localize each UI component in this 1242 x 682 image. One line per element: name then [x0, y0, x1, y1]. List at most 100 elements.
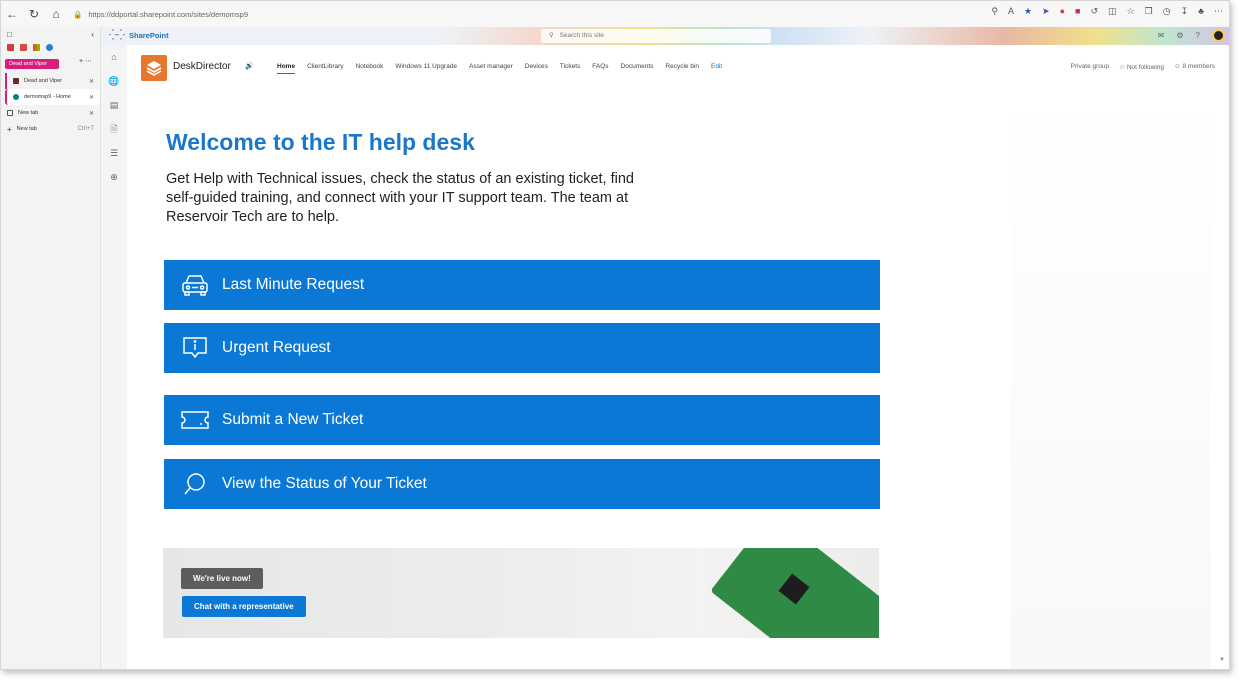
chat-button[interactable]: Chat with a representative [182, 596, 306, 617]
file-icon[interactable]: 🗎 [101, 117, 127, 141]
nav-devices[interactable]: Devices [525, 63, 548, 74]
create-icon[interactable]: ⊕ [101, 165, 127, 189]
members-button[interactable]: ☺ 8 members [1174, 63, 1215, 71]
tab-item-active[interactable]: demomsp9 - Home ✕ [5, 89, 100, 105]
globe-icon[interactable]: 🌐 [101, 69, 127, 93]
site-meta: Private group ☆ Not following ☺ 8 member… [1071, 63, 1216, 71]
copilot-icon[interactable]: ♣ [1198, 6, 1204, 17]
action-label: Submit a New Ticket [222, 411, 364, 428]
nav-asset-manager[interactable]: Asset manager [469, 63, 513, 74]
back-icon[interactable]: ← [1, 7, 23, 21]
last-minute-request-button[interactable]: Last Minute Request [164, 260, 880, 310]
follow-button[interactable]: ☆ Not following [1119, 63, 1164, 71]
read-aloud-icon[interactable]: A [1008, 6, 1014, 17]
sharepoint-favicon [13, 94, 19, 100]
pinned-site-icon[interactable] [20, 44, 27, 51]
url-field[interactable]: 🔒 https://ddportal.sharepoint.com/sites/… [73, 10, 248, 19]
favorite-star-icon[interactable]: ★ [1024, 6, 1032, 17]
nav-home[interactable]: Home [277, 63, 296, 74]
new-tab-button[interactable]: + New tab Ctrl+T [1, 121, 100, 137]
tab-item[interactable]: Dead and Viper ✕ [5, 73, 100, 89]
action-label: Last Minute Request [222, 276, 365, 293]
tab-favicon [7, 110, 13, 116]
sharepoint-suite-bar: ⁛⁛ SharePoint ⚲ Search this site ✉ ⚙ ? [101, 27, 1229, 45]
history-icon[interactable]: ◷ [1163, 6, 1171, 17]
tab-actions-icon[interactable]: □ [7, 30, 12, 39]
sync-icon[interactable]: ↺ [1090, 6, 1098, 17]
nav-faqs[interactable]: FAQs [592, 63, 608, 74]
extension-pink-icon[interactable]: ■ [1075, 6, 1080, 17]
deskdirector-logo-icon [146, 61, 162, 76]
site-title[interactable]: DeskDirector [173, 61, 231, 72]
live-badge: We're live now! [181, 568, 263, 589]
site-header: DeskDirector 🔊 Home ClientLibrary Notebo… [127, 45, 1229, 89]
nav-documents[interactable]: Documents [621, 63, 654, 74]
url-text: https://ddportal.sharepoint.com/sites/de… [88, 9, 249, 19]
collapse-icon[interactable]: ‹ [91, 30, 94, 39]
close-icon[interactable]: ✕ [89, 78, 94, 85]
nav-recycle-bin[interactable]: Recycle bin [665, 63, 699, 74]
nav-windows-11-upgrade[interactable]: Windows 11 Upgrade [395, 63, 457, 74]
nav-edit[interactable]: Edit [711, 63, 722, 74]
vertical-tabs-panel: □ ‹ Dead and Viper + ⋯ Dead and Viper ✕ … [1, 27, 101, 669]
suite-bar-actions: ✉ ⚙ ? [1158, 29, 1225, 42]
tab-label: Dead and Viper [24, 78, 63, 84]
lock-icon: 🔒 [73, 9, 83, 19]
zoom-icon[interactable]: ⚲ [991, 6, 998, 17]
star-icon: ☆ [1119, 64, 1125, 71]
help-icon[interactable]: ? [1196, 31, 1200, 40]
pinned-site-icon[interactable] [46, 44, 53, 51]
address-bar: ← ↻ ⌂ 🔒 https://ddportal.sharepoint.com/… [1, 1, 1229, 27]
tab-favicon [13, 78, 19, 84]
view-ticket-status-button[interactable]: View the Status of Your Ticket [164, 459, 880, 509]
scroll-down-icon[interactable]: ▼ [1219, 657, 1225, 663]
download-icon[interactable]: ↧ [1181, 6, 1189, 17]
microsoft-icon[interactable] [33, 44, 40, 51]
close-icon[interactable]: ✕ [89, 110, 94, 117]
tab-item[interactable]: New tab ✕ [1, 105, 100, 121]
intro-text: Get Help with Technical issues, check th… [166, 171, 634, 225]
info-bubble-icon [178, 335, 212, 361]
user-avatar[interactable] [1212, 29, 1225, 42]
ticket-icon [178, 407, 212, 433]
nav-clientlibrary[interactable]: ClientLibrary [307, 63, 344, 74]
search-icon [178, 471, 212, 497]
site-logo[interactable] [141, 55, 167, 81]
collections-icon[interactable]: ❐ [1145, 6, 1153, 17]
split-screen-icon[interactable]: ◫ [1108, 6, 1117, 17]
tab-label: demomsp9 - Home [24, 94, 71, 100]
action-label: Urgent Request [222, 339, 331, 356]
refresh-icon[interactable]: ↻ [23, 7, 45, 21]
tab-group-label[interactable]: Dead and Viper [5, 59, 59, 69]
more-icon[interactable]: ⋯ [1214, 6, 1223, 17]
site-search-input[interactable]: ⚲ Search this site [541, 29, 771, 43]
adblock-icon[interactable]: ● [1060, 6, 1065, 17]
speaker-icon[interactable]: 🔊 [245, 62, 254, 70]
home-icon[interactable]: ⌂ [101, 45, 127, 69]
settings-gear-icon[interactable]: ⚙ [1176, 31, 1183, 40]
sharepoint-app-bar: ⌂ 🌐 ▤ 🗎 ☰ ⊕ [101, 45, 127, 669]
app-launcher-icon[interactable]: ⁛⁛ [109, 30, 125, 41]
search-icon: ⚲ [549, 32, 554, 39]
sharepoint-label[interactable]: SharePoint [129, 31, 169, 40]
nav-notebook[interactable]: Notebook [356, 63, 384, 74]
extension-icon[interactable]: ➤ [1042, 6, 1050, 17]
notifications-icon[interactable]: ✉ [1158, 31, 1165, 40]
pinned-site-icon[interactable] [7, 44, 14, 51]
browser-toolbar: ⚲ A ★ ➤ ● ■ ↺ ◫ ☆ ❐ ◷ ↧ ♣ ⋯ [991, 6, 1223, 17]
nav-tickets[interactable]: Tickets [560, 63, 580, 74]
favorites-icon[interactable]: ☆ [1127, 6, 1135, 17]
members-label: 8 members [1182, 63, 1215, 70]
person-icon: ☺ [1174, 63, 1181, 70]
news-icon[interactable]: ▤ [101, 93, 127, 117]
home-icon[interactable]: ⌂ [45, 7, 67, 21]
follow-label: Not following [1126, 64, 1165, 71]
tab-label: New tab [18, 110, 39, 116]
search-placeholder: Search this site [559, 32, 605, 39]
lists-icon[interactable]: ☰ [101, 141, 127, 165]
urgent-request-button[interactable]: Urgent Request [164, 323, 880, 373]
close-icon[interactable]: ✕ [89, 94, 94, 101]
submit-ticket-button[interactable]: Submit a New Ticket [164, 395, 880, 445]
privacy-label: Private group [1070, 63, 1110, 70]
group-add-icon[interactable]: + ⋯ [79, 57, 92, 65]
